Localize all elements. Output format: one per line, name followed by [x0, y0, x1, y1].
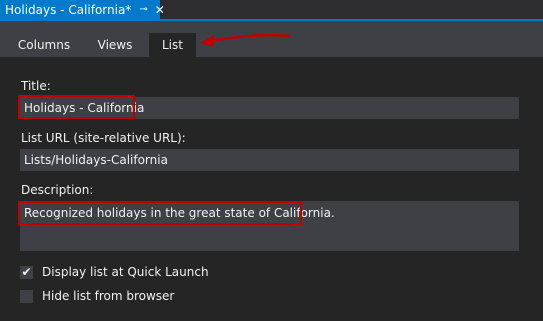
quick-launch-checkbox[interactable]: ✔	[20, 265, 33, 279]
document-tab-bar: Holidays - California* ⊸ ✕	[0, 0, 543, 21]
list-url-label: List URL (site-relative URL):	[21, 131, 186, 145]
hide-list-checkbox[interactable]	[20, 289, 33, 303]
hide-list-label: Hide list from browser	[42, 289, 175, 303]
quick-launch-label: Display list at Quick Launch	[42, 265, 209, 279]
document-tab[interactable]: Holidays - California* ⊸ ✕	[0, 0, 165, 19]
description-label: Description:	[21, 183, 94, 197]
title-label: Title:	[21, 79, 51, 93]
tab-list[interactable]: List	[149, 33, 196, 57]
title-input[interactable]: Holidays - California	[20, 97, 519, 119]
description-textarea[interactable]: Recognized holidays in the great state o…	[20, 201, 519, 251]
annotation-arrow	[200, 33, 291, 47]
checkmark-icon: ✔	[21, 265, 32, 279]
list-url-input[interactable]: Lists/Holidays-California	[20, 149, 519, 171]
pin-icon[interactable]: ⊸	[139, 4, 147, 15]
tab-columns[interactable]: Columns	[9, 33, 79, 57]
quick-launch-option[interactable]: ✔ Display list at Quick Launch	[20, 265, 209, 279]
document-tab-title: Holidays - California*	[5, 2, 132, 17]
hide-list-option[interactable]: Hide list from browser	[20, 289, 174, 303]
close-icon[interactable]: ✕	[155, 4, 165, 16]
tab-views[interactable]: Views	[87, 33, 143, 57]
